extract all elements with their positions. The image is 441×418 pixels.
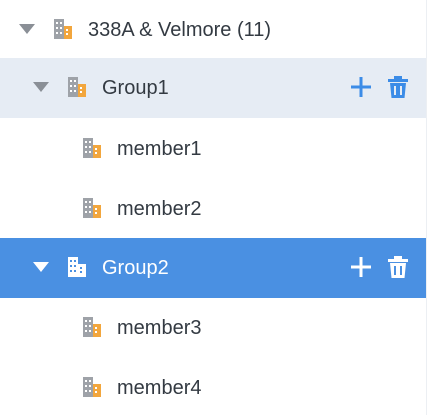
plus-icon[interactable] bbox=[349, 75, 373, 99]
building-icon bbox=[54, 19, 72, 39]
building-icon bbox=[83, 317, 101, 337]
scrollbar-track[interactable] bbox=[426, 0, 441, 415]
tree-node-label: Group1 bbox=[102, 77, 169, 99]
tree-node-label: member3 bbox=[117, 317, 202, 339]
tree-node-member1[interactable]: member1 bbox=[0, 119, 426, 179]
tree-node-label: member1 bbox=[117, 138, 202, 160]
tree-node-member2[interactable]: member2 bbox=[0, 179, 426, 239]
trash-icon[interactable] bbox=[386, 255, 410, 279]
building-icon bbox=[68, 257, 86, 277]
caret-down-icon[interactable] bbox=[33, 262, 49, 272]
tree-node-group1[interactable]: Group1 bbox=[0, 58, 426, 118]
device-tree: 338A & Velmore (11) Group1 member1 membe… bbox=[0, 0, 426, 415]
trash-icon[interactable] bbox=[386, 75, 410, 99]
tree-node-label: member4 bbox=[117, 377, 202, 399]
caret-down-icon[interactable] bbox=[19, 24, 35, 34]
tree-node-label: Group2 bbox=[102, 257, 169, 279]
plus-icon[interactable] bbox=[349, 255, 373, 279]
caret-down-icon[interactable] bbox=[33, 82, 49, 92]
building-icon bbox=[83, 198, 101, 218]
building-icon bbox=[68, 77, 86, 97]
tree-node-group2[interactable]: Group2 bbox=[0, 238, 426, 298]
building-icon bbox=[83, 377, 101, 397]
building-icon bbox=[83, 138, 101, 158]
tree-node-label: 338A & Velmore (11) bbox=[88, 19, 272, 41]
tree-node-root[interactable]: 338A & Velmore (11) bbox=[0, 0, 426, 60]
tree-node-member4[interactable]: member4 bbox=[0, 358, 426, 418]
tree-node-member3[interactable]: member3 bbox=[0, 298, 426, 358]
tree-node-label: member2 bbox=[117, 198, 202, 220]
